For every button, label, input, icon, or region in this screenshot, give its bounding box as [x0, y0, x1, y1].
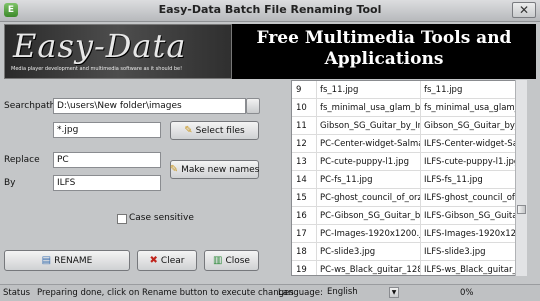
- status-bar: Status Preparing done, click on Rename b…: [0, 284, 540, 301]
- row-index: 16: [292, 207, 317, 225]
- by-label: By: [4, 178, 16, 188]
- status-message: Preparing done, click on Rename button t…: [37, 288, 294, 298]
- rename-icon: ▤: [41, 254, 52, 266]
- old-filename: fs_minimal_usa_glam_ba: [317, 99, 421, 117]
- table-row[interactable]: 19 PC-ws_Black_guitar_128 ILFS-ws_Black_gu…: [292, 261, 516, 275]
- old-filename: PC-Center-widget-Salma: [317, 135, 421, 153]
- row-index: 15: [292, 189, 317, 207]
- row-index: 17: [292, 225, 317, 243]
- header-headline[interactable]: Free Multimedia Tools and Applications: [232, 28, 536, 70]
- row-index: 13: [292, 153, 317, 171]
- new-filename: ILFS-slide3.jpg: [424, 247, 486, 257]
- new-filename: ILFS-ghost_council_of: [424, 193, 515, 203]
- rename-label: RENAME: [54, 255, 93, 266]
- table-row[interactable]: 12 PC-Center-widget-Salma ILFS-Center-widg…: [292, 135, 516, 153]
- new-filename: ILFS-fs_11.jpg: [424, 175, 483, 185]
- table-row[interactable]: 14 PC-fs_11.jpg ILFS-fs_11.jpg: [292, 171, 516, 189]
- case-sensitive-checkbox[interactable]: [117, 214, 127, 224]
- clear-label: Clear: [160, 255, 185, 266]
- progress-text: 0%: [460, 288, 474, 298]
- close-label: Close: [225, 255, 250, 266]
- rename-button[interactable]: ▤ RENAME: [4, 250, 130, 271]
- app-window: E Easy-Data Batch File Renaming Tool ✕ E…: [0, 0, 540, 301]
- pencil-icon: ✎: [169, 163, 179, 175]
- header-banner: Easy-Data Media player development and m…: [4, 24, 536, 79]
- row-index: 10: [292, 99, 317, 117]
- row-index: 9: [292, 81, 317, 99]
- old-filename: PC-ws_Black_guitar_128: [317, 261, 421, 275]
- row-index: 11: [292, 117, 317, 135]
- replace-input[interactable]: PC: [53, 152, 161, 168]
- old-filename: PC-Images-1920x1200.jp: [317, 225, 421, 243]
- old-filename: PC-slide3.jpg: [317, 243, 421, 261]
- select-files-button[interactable]: ✎ Select files: [170, 121, 259, 140]
- new-filename: ILFS-cute-puppy-l1.jpg: [424, 157, 516, 167]
- new-filename: ILFS-Gibson_SG_Guita: [424, 211, 516, 221]
- close-button[interactable]: ▥ Close: [204, 250, 259, 271]
- clear-icon: ✖: [149, 254, 158, 266]
- title-bar: E Easy-Data Batch File Renaming Tool ✕: [0, 0, 540, 22]
- table-row[interactable]: 18 PC-slide3.jpg ILFS-slide3.jpg: [292, 243, 516, 261]
- make-new-names-label: Make new names: [181, 164, 260, 175]
- old-filename: fs_11.jpg: [317, 81, 421, 99]
- make-new-names-button[interactable]: ✎ Make new names: [170, 160, 259, 179]
- new-filename: ILFS-ws_Black_guitar_: [424, 265, 516, 275]
- chevron-down-icon[interactable]: ▼: [389, 287, 399, 298]
- new-filename: fs_minimal_usa_glam_b: [424, 103, 516, 113]
- old-filename: PC-Gibson_SG_Guitar_by: [317, 207, 421, 225]
- pencil-icon: ✎: [184, 124, 193, 136]
- row-index: 19: [292, 261, 317, 275]
- new-filename: Gibson_SG_Guitar_by_I: [424, 121, 516, 131]
- new-filename: ILFS-Images-1920x120: [424, 229, 516, 239]
- table-row[interactable]: 11 Gibson_SG_Guitar_by_Ir Gibson_SG_Guitar…: [292, 117, 516, 135]
- language-label: Language:: [278, 288, 323, 298]
- case-sensitive-label: Case sensitive: [129, 213, 194, 223]
- table-row[interactable]: 15 PC-ghost_council_of_orz ILFS-ghost_coun…: [292, 189, 516, 207]
- row-index: 18: [292, 243, 317, 261]
- logo-subtitle: Media player development and multimedia …: [11, 66, 183, 72]
- searchpath-label: Searchpath: [4, 101, 56, 111]
- file-list-scrollbar[interactable]: [515, 80, 527, 276]
- browse-button[interactable]: [246, 98, 260, 114]
- file-filter-input[interactable]: *.jpg: [53, 122, 161, 138]
- logo: Easy-Data Media player development and m…: [4, 24, 232, 79]
- status-label: Status: [3, 288, 31, 298]
- scrollbar-thumb[interactable]: [517, 205, 526, 214]
- table-row[interactable]: 10 fs_minimal_usa_glam_ba fs_minimal_usa_g…: [292, 99, 516, 117]
- replace-label: Replace: [4, 155, 40, 165]
- table-row[interactable]: 13 PC-cute-puppy-l1.jpg ILFS-cute-puppy-l1…: [292, 153, 516, 171]
- new-filename: fs_11.jpg: [424, 85, 463, 95]
- old-filename: PC-cute-puppy-l1.jpg: [317, 153, 421, 171]
- old-filename: Gibson_SG_Guitar_by_Ir: [317, 117, 421, 135]
- clear-button[interactable]: ✖ Clear: [137, 250, 197, 271]
- select-files-label: Select files: [195, 125, 245, 136]
- close-icon: ▥: [213, 254, 223, 266]
- old-filename: PC-ghost_council_of_orz: [317, 189, 421, 207]
- searchpath-input[interactable]: D:\users\New folder\images: [53, 98, 246, 114]
- table-row[interactable]: 9 fs_11.jpg fs_11.jpg: [292, 81, 516, 99]
- file-list[interactable]: 9 fs_11.jpg fs_11.jpg 10 fs_minimal_usa_glam…: [291, 80, 527, 276]
- new-filename: ILFS-Center-widget-Sa: [424, 139, 516, 149]
- row-index: 12: [292, 135, 317, 153]
- logo-text: Easy-Data: [13, 27, 187, 65]
- window-close-button[interactable]: ✕: [512, 2, 536, 18]
- row-index: 14: [292, 171, 317, 189]
- table-row[interactable]: 17 PC-Images-1920x1200.jp ILFS-Images-1920…: [292, 225, 516, 243]
- table-row[interactable]: 16 PC-Gibson_SG_Guitar_by ILFS-Gibson_SG_G…: [292, 207, 516, 225]
- old-filename: PC-fs_11.jpg: [317, 171, 421, 189]
- window-title: Easy-Data Batch File Renaming Tool: [158, 3, 382, 16]
- by-input[interactable]: ILFS: [53, 175, 161, 191]
